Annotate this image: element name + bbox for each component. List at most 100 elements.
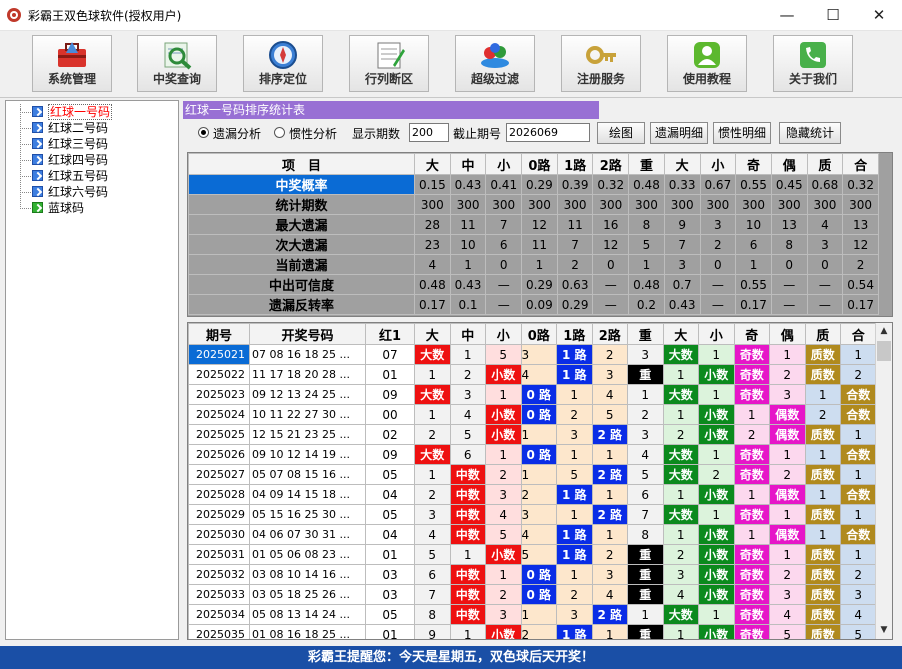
stats-row-label: 最大遗漏: [188, 214, 415, 235]
cutoff-input[interactable]: 2026069: [506, 123, 590, 142]
stats-cell: 6: [485, 234, 523, 255]
analysis-cell: 质数: [804, 544, 841, 565]
analysis-cell: 1: [662, 524, 699, 545]
stats-cell: —: [699, 274, 737, 295]
table-row[interactable]: 2025024 10 11 22 27 30 ... 00 1 4 小数 0 路 2 5 2 1 小数…: [188, 404, 877, 425]
table-row[interactable]: 2025033 03 05 18 25 26 ... 03 7 中数 2 0 路 2 4 重 4 小数…: [188, 584, 877, 605]
analysis-cell: 小数: [485, 364, 522, 385]
draw-numbers-cell: 05 07 08 15 16 ...: [249, 464, 366, 485]
analysis-cell: 4: [591, 384, 628, 405]
radio-omission[interactable]: [198, 127, 209, 138]
stats-cell: 0.1: [449, 294, 487, 315]
analysis-cell: 2: [733, 424, 770, 445]
analysis-cell: 4: [662, 584, 699, 605]
toolbar-button-filter[interactable]: 超级过滤: [455, 35, 535, 92]
toolbar-button-sort[interactable]: 排序定位: [243, 35, 323, 92]
table-row[interactable]: 2025035 01 08 16 18 25 ... 01 9 1 小数 2 1 路 1 重 1 小数…: [188, 624, 877, 639]
analysis-cell: 7: [627, 504, 664, 525]
red1-cell: 05: [365, 604, 415, 625]
minimize-button[interactable]: —: [764, 0, 810, 30]
stats-cell: —: [770, 294, 808, 315]
red1-cell: 04: [365, 524, 415, 545]
toolbar-button-register[interactable]: 注册服务: [561, 35, 641, 92]
analysis-cell: 3: [769, 384, 806, 405]
toolbar-button-query[interactable]: 中奖查询: [137, 35, 217, 92]
history-col-header: 1路: [556, 323, 593, 345]
table-row[interactable]: 2025027 05 07 08 15 16 ... 05 1 中数 2 1 5 2 路 5 大数 2…: [188, 464, 877, 485]
stats-cell: 0.7: [663, 274, 701, 295]
balls-icon: [481, 43, 509, 68]
maximize-button[interactable]: ☐: [810, 0, 856, 30]
draw-numbers-cell: 11 17 18 20 28 ...: [249, 364, 366, 385]
inertia-detail-button[interactable]: 惯性明细: [713, 122, 771, 144]
table-row[interactable]: 2025022 11 17 18 20 28 ... 01 1 2 小数 4 1 路 3 重 1 小数…: [188, 364, 877, 385]
analysis-cell: 0 路: [520, 384, 557, 405]
history-scrollbar[interactable]: ▲ ▼: [875, 323, 892, 639]
toolbar-button-about[interactable]: 关于我们: [773, 35, 853, 92]
analysis-cell: 重: [627, 564, 664, 585]
analysis-cell: 1: [449, 544, 486, 565]
analysis-cell: 偶数: [769, 404, 806, 425]
arrow-right-icon: [32, 170, 43, 181]
stats-cell: 0.17: [735, 294, 772, 315]
analysis-cell: 1 路: [556, 544, 593, 565]
red1-cell: 03: [365, 584, 415, 605]
analysis-cell: 1: [414, 364, 451, 385]
stats-cell: —: [770, 274, 808, 295]
scroll-up-icon[interactable]: ▲: [876, 323, 892, 340]
red1-cell: 01: [365, 544, 415, 565]
toolbar-button-system[interactable]: 系统管理: [32, 35, 112, 92]
table-row[interactable]: 2025021 07 08 16 18 25 ... 07 大数 1 5 3 1 路 2 3 大数 1…: [188, 344, 877, 365]
analysis-cell: 1: [591, 624, 628, 639]
analysis-cell: 1: [804, 384, 841, 405]
radio-inertia-label: 惯性分析: [289, 127, 338, 141]
table-row[interactable]: 2025034 05 08 13 14 24 ... 05 8 中数 3 1 3 2 路 1 大数 1…: [188, 604, 877, 625]
analysis-cell: 重: [627, 584, 664, 605]
table-row[interactable]: 2025025 12 15 21 23 25 ... 02 2 5 小数 1 3 2 路 3 2 小数…: [188, 424, 877, 445]
stats-cell: 1: [628, 254, 665, 275]
analysis-cell: 2: [662, 424, 699, 445]
analysis-cell: 0 路: [520, 564, 557, 585]
scroll-thumb[interactable]: [877, 341, 891, 361]
table-row[interactable]: 2025030 04 06 07 30 31 ... 04 4 中数 5 4 1 路 1 8 1 小数…: [188, 524, 877, 545]
draw-button[interactable]: 绘图: [597, 122, 645, 144]
history-grid[interactable]: 期号 开奖号码 红1 大中小 0路 1路 2路重大小奇偶质合 2025021 07 08 16…: [187, 322, 893, 640]
toolbar-button-rowcol[interactable]: 行列断区: [349, 35, 429, 92]
analysis-cell: 质数: [804, 364, 841, 385]
table-row[interactable]: 2025023 09 12 13 24 25 ... 09 大数 3 1 0 路 1 4 1 大数 1…: [188, 384, 877, 405]
app-logo-icon: [7, 8, 21, 22]
period-cell: 2025021: [188, 344, 250, 365]
periods-input[interactable]: 200: [409, 123, 449, 142]
toolbar-button-tutorial[interactable]: 使用教程: [667, 35, 747, 92]
analysis-cell: 4: [840, 604, 877, 625]
analysis-cell: 质数: [804, 584, 841, 605]
stats-cell: 0.39: [556, 174, 594, 195]
analysis-cell: 合数: [840, 404, 877, 425]
omission-detail-button[interactable]: 遗漏明细: [650, 122, 708, 144]
table-row[interactable]: 2025031 01 05 06 08 23 ... 01 5 1 小数 5 1 路 2 重 2 小数…: [188, 544, 877, 565]
radio-inertia[interactable]: [274, 127, 285, 138]
table-row[interactable]: 2025026 09 10 12 14 19 ... 09 大数 6 1 0 路 1 1 4 大数 1…: [188, 444, 877, 465]
hide-stats-button[interactable]: 隐藏统计: [779, 122, 841, 144]
analysis-cell: 1 路: [556, 344, 593, 365]
table-row[interactable]: 2025032 03 08 10 14 16 ... 03 6 中数 1 0 路 1 3 重 3 小数…: [188, 564, 877, 585]
table-row[interactable]: 2025029 05 15 16 25 30 ... 05 3 中数 4 3 1 2 路 7 大数 1…: [188, 504, 877, 525]
table-row[interactable]: 2025028 04 09 14 15 18 ... 04 2 中数 3 2 1 路 1 6 1 小数…: [188, 484, 877, 505]
analysis-cell: 8: [414, 604, 451, 625]
stats-cell: 0.17: [414, 294, 451, 315]
analysis-cell: 质数: [804, 344, 841, 365]
analysis-cell: 2 路: [591, 464, 628, 485]
analysis-cell: 3: [591, 364, 628, 385]
analysis-cell: 2: [556, 584, 593, 605]
period-cell: 2025023: [188, 384, 250, 405]
analysis-cell: 0 路: [520, 444, 557, 465]
analysis-cell: 2: [414, 484, 451, 505]
status-bar: 彩霸王提醒您：今天是星期五，双色球后天开奖！: [0, 646, 902, 669]
analysis-cell: 中数: [449, 564, 486, 585]
scroll-down-icon[interactable]: ▼: [876, 622, 892, 639]
stats-col-header: 偶: [770, 153, 808, 175]
close-button[interactable]: ✕: [856, 0, 902, 30]
stats-col-header: 质: [806, 153, 844, 175]
red1-cell: 01: [365, 364, 415, 385]
analysis-cell: 0 路: [520, 404, 557, 425]
